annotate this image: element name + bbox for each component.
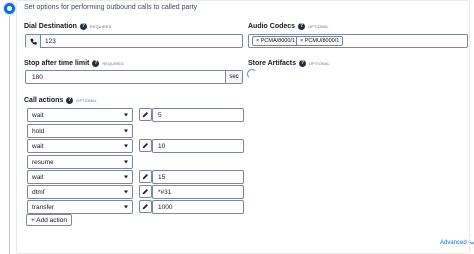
audio-codecs-multiselect[interactable]: × PCMA/8000/1 × PCMU/8000/1 bbox=[248, 34, 468, 48]
seconds-suffix: sec bbox=[225, 71, 242, 83]
caret-down-icon bbox=[124, 190, 128, 194]
call-action-value[interactable]: 15 bbox=[152, 170, 244, 184]
edit-icon[interactable] bbox=[139, 185, 152, 198]
call-action-value[interactable]: 10 bbox=[152, 139, 244, 153]
edit-icon[interactable] bbox=[139, 200, 152, 213]
caret-down-icon bbox=[124, 144, 128, 148]
audio-codecs-label: Audio Codecs ? OPTIONAL bbox=[248, 23, 329, 30]
step-rail bbox=[0, 0, 15, 254]
info-icon[interactable]: ? bbox=[79, 23, 87, 30]
call-action-select[interactable]: wait bbox=[27, 108, 133, 122]
info-icon[interactable]: ? bbox=[298, 60, 306, 67]
dial-destination-label: Dial Destination ? REQUIRED bbox=[24, 23, 112, 30]
phone-icon bbox=[26, 35, 41, 48]
optional-tag: OPTIONAL bbox=[76, 98, 98, 103]
call-action-select[interactable]: dtmf bbox=[27, 185, 133, 199]
edit-icon[interactable] bbox=[139, 170, 152, 183]
codec-token[interactable]: × PCMU/8000/1 bbox=[296, 36, 344, 46]
panel-description: Set options for performing outbound call… bbox=[24, 4, 198, 11]
dial-destination-input[interactable]: 123 bbox=[25, 34, 243, 48]
call-action-value[interactable]: *#31 bbox=[152, 185, 244, 199]
add-action-button[interactable]: + Add action bbox=[26, 214, 72, 226]
caret-down-icon bbox=[124, 160, 128, 164]
caret-down-icon bbox=[124, 129, 128, 133]
call-action-select[interactable]: wait bbox=[27, 139, 133, 153]
call-actions-label: Call actions ? OPTIONAL bbox=[24, 97, 98, 104]
info-icon[interactable]: ? bbox=[66, 97, 74, 104]
info-icon[interactable]: ? bbox=[92, 60, 100, 67]
dial-destination-value: 123 bbox=[45, 37, 56, 45]
advanced-label: Advanced bbox=[440, 240, 467, 246]
step-connector bbox=[9, 16, 10, 254]
store-artifacts-label: Store Artifacts ? OPTIONAL bbox=[248, 60, 330, 67]
step-indicator-icon bbox=[4, 3, 15, 14]
call-action-value[interactable]: 1000 bbox=[152, 200, 244, 214]
call-action-select[interactable]: hold bbox=[27, 124, 133, 138]
optional-tag: OPTIONAL bbox=[308, 24, 329, 29]
caret-down-icon bbox=[124, 205, 128, 209]
stop-after-value: 180 bbox=[32, 73, 43, 81]
stop-after-input[interactable]: 180 sec bbox=[25, 70, 243, 84]
caret-down-icon bbox=[124, 175, 128, 179]
call-action-select[interactable]: wait bbox=[27, 170, 133, 184]
call-action-select[interactable]: transfer bbox=[27, 200, 133, 214]
required-tag: REQUIRED bbox=[89, 24, 112, 29]
caret-down-icon bbox=[124, 113, 128, 117]
call-action-value[interactable]: 5 bbox=[152, 108, 244, 122]
required-tag: REQUIRED bbox=[102, 61, 124, 66]
chevron-down-icon bbox=[469, 241, 474, 245]
edit-icon[interactable] bbox=[139, 139, 152, 152]
call-action-select[interactable]: resume bbox=[27, 155, 133, 169]
advanced-toggle[interactable]: Advanced bbox=[440, 240, 474, 246]
info-icon[interactable]: ? bbox=[298, 23, 306, 30]
codec-token[interactable]: × PCMA/8000/1 bbox=[252, 36, 299, 46]
stop-after-label: Stop after time limit ? REQUIRED bbox=[24, 60, 124, 67]
store-artifacts-toggle[interactable] bbox=[247, 69, 257, 79]
optional-tag: OPTIONAL bbox=[308, 61, 330, 66]
edit-icon[interactable] bbox=[139, 108, 152, 121]
